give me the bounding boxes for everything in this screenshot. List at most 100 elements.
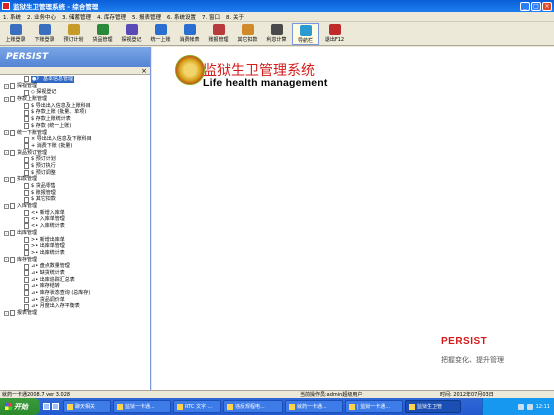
tree-item[interactable]: $ 存款上账 (批量、单项): [0, 109, 150, 116]
toolbar-button-login[interactable]: 上账登录: [2, 23, 29, 45]
tree-group[interactable]: - 存款上账管理: [0, 96, 150, 103]
tree-item[interactable]: ⊿• 库存状态查询 (总库存): [0, 290, 150, 297]
tree-group[interactable]: - 出库管理: [0, 230, 150, 237]
document-icon: [24, 297, 29, 304]
toolbar-button-plan[interactable]: 预订计划: [60, 23, 87, 45]
collapse-icon[interactable]: -: [4, 230, 9, 236]
browser-icon[interactable]: [52, 403, 59, 410]
toolbar-button-deduct[interactable]: 其它扣款: [234, 23, 261, 45]
tree-item[interactable]: $ 货品零售: [0, 183, 150, 190]
toolbar-button-visit[interactable]: 探视登记: [118, 23, 145, 45]
goods-icon: [96, 24, 109, 35]
taskbar-button[interactable]: 违反规程电...: [223, 400, 283, 413]
sidebar-close-icon[interactable]: ×: [141, 67, 147, 75]
toolbar-button-exit[interactable]: 退出F12: [321, 23, 348, 45]
collapse-icon[interactable]: -: [4, 83, 9, 89]
tree-item[interactable]: <• 入库统计表: [0, 223, 150, 230]
folder-icon: [10, 149, 15, 156]
tree-item[interactable]: <• 新增入库单: [0, 210, 150, 217]
tree-group[interactable]: - 扣款管理: [0, 176, 150, 183]
tree-group[interactable]: - 货品预订管理: [0, 150, 150, 157]
tree-item[interactable]: $ 预订执行: [0, 163, 150, 170]
collapse-icon[interactable]: -: [4, 150, 9, 156]
network-icon[interactable]: [517, 403, 524, 410]
folder-icon: [10, 203, 15, 210]
tree-label: >• 出库单管理: [31, 243, 65, 250]
start-button[interactable]: 开始: [0, 398, 40, 415]
minimize-button[interactable]: _: [520, 1, 530, 11]
tree-label: ⊿• 库存状态查询 (总库存): [31, 290, 91, 296]
plan-icon: [67, 24, 80, 35]
toolbar-button-nav[interactable]: 导航栏: [292, 23, 319, 45]
menu-item-7[interactable]: 7. 窗口: [202, 13, 220, 21]
quick-launch: [43, 403, 59, 410]
toolbar-button-ledger[interactable]: 账报管理: [205, 23, 232, 45]
document-icon: [24, 76, 29, 83]
document-icon: [24, 236, 29, 243]
tree-item[interactable]: $ 存款上账统计表: [0, 116, 150, 123]
collapse-icon[interactable]: -: [4, 203, 9, 209]
tree-item[interactable]: + 消费下账 (批量): [0, 143, 150, 150]
collapse-icon[interactable]: -: [4, 310, 9, 316]
tree-item[interactable]: ⊿• 出库追踪汇总表: [0, 277, 150, 284]
tree-item[interactable]: ●》 基本信息管理: [0, 76, 150, 83]
app-icon: [349, 403, 355, 410]
collapse-icon[interactable]: -: [4, 177, 9, 183]
toolbar-button-logout[interactable]: 下账登录: [31, 23, 58, 45]
app-icon: [177, 403, 183, 410]
taskbar-button[interactable]: 就药一卡通...: [285, 400, 343, 413]
tree-item[interactable]: >• 新增出库单: [0, 237, 150, 244]
menu-item-1[interactable]: 1. 系统: [3, 13, 21, 21]
login-icon: [9, 24, 22, 35]
tree-item[interactable]: ⊿• 盘点数量管理: [0, 263, 150, 270]
taskbar-button[interactable]: 聊天相关: [63, 400, 111, 413]
maximize-button[interactable]: □: [531, 1, 541, 11]
tree-group[interactable]: - 报表管理: [0, 310, 150, 317]
taskbar-label: 违反规程电...: [235, 404, 265, 410]
menu-bar: 1. 系统 2. 业务中心 3. 储蓄管理 4. 库存管理 5. 报表管理 6. 系统设置…: [0, 12, 554, 22]
tree-item[interactable]: >• 出库统计表: [0, 250, 150, 257]
tree-group[interactable]: - 入库管理: [0, 203, 150, 210]
logout-icon: [38, 24, 51, 35]
menu-item-4[interactable]: 4. 库存管理: [97, 13, 126, 21]
document-icon: [24, 103, 29, 110]
tree-item[interactable]: × 导出出入信息及下账科目: [0, 136, 150, 143]
taskbar-label: 监狱一卡通...: [125, 404, 155, 410]
volume-icon[interactable]: [526, 403, 533, 410]
desktop-icon[interactable]: [43, 403, 50, 410]
taskbar-button[interactable]: 监狱一卡通...: [113, 400, 171, 413]
tree-item[interactable]: $ 预订计划: [0, 156, 150, 163]
tree-group[interactable]: - 探视管理: [0, 83, 150, 90]
menu-item-2[interactable]: 2. 业务中心: [27, 13, 56, 21]
tree-item[interactable]: >• 出库单管理: [0, 243, 150, 250]
menu-item-3[interactable]: 3. 储蓄管理: [62, 13, 91, 21]
taskbar-button[interactable]: RTC 文字 ...: [173, 400, 221, 413]
menu-item-8[interactable]: 8. 关于: [226, 13, 244, 21]
system-tray: 12:11: [482, 398, 554, 415]
collapse-icon[interactable]: -: [4, 130, 9, 136]
tree-group[interactable]: - 库存管理: [0, 257, 150, 264]
taskbar-button[interactable]: | 监狱一卡通...: [345, 400, 403, 413]
visit-icon: [125, 24, 138, 35]
close-button[interactable]: ×: [542, 1, 552, 11]
slogan: 把握变化、提升管理: [441, 356, 504, 364]
taskbar-button[interactable]: 监狱生卫管: [405, 400, 461, 413]
tree-item[interactable]: <• 入库单管理: [0, 216, 150, 223]
toolbar-button-unified[interactable]: 统一上账: [147, 23, 174, 45]
toolbar-label: 退出F12: [324, 37, 345, 43]
menu-item-5[interactable]: 5. 报表管理: [132, 13, 161, 21]
tree-item[interactable]: $ 账报管理: [0, 190, 150, 197]
tree-item[interactable]: ⊿• 库存结转: [0, 283, 150, 290]
app-icon: [227, 403, 233, 410]
collapse-icon[interactable]: -: [4, 257, 9, 263]
toolbar-button-report[interactable]: 消费帐表: [176, 23, 203, 45]
document-icon: [24, 190, 29, 197]
window-title: 监狱生卫管理系统 - 综合管理: [13, 3, 99, 11]
document-icon: [24, 223, 29, 230]
toolbar-button-calc[interactable]: 利息计算: [263, 23, 290, 45]
toolbar-button-goods[interactable]: 货品管理: [89, 23, 116, 45]
tree-item[interactable]: $ 存款 (统一上账): [0, 123, 150, 130]
collapse-icon[interactable]: -: [4, 96, 9, 102]
tree-item[interactable]: ⊿• 缺货统计表: [0, 270, 150, 277]
menu-item-6[interactable]: 6. 系统设置: [167, 13, 196, 21]
